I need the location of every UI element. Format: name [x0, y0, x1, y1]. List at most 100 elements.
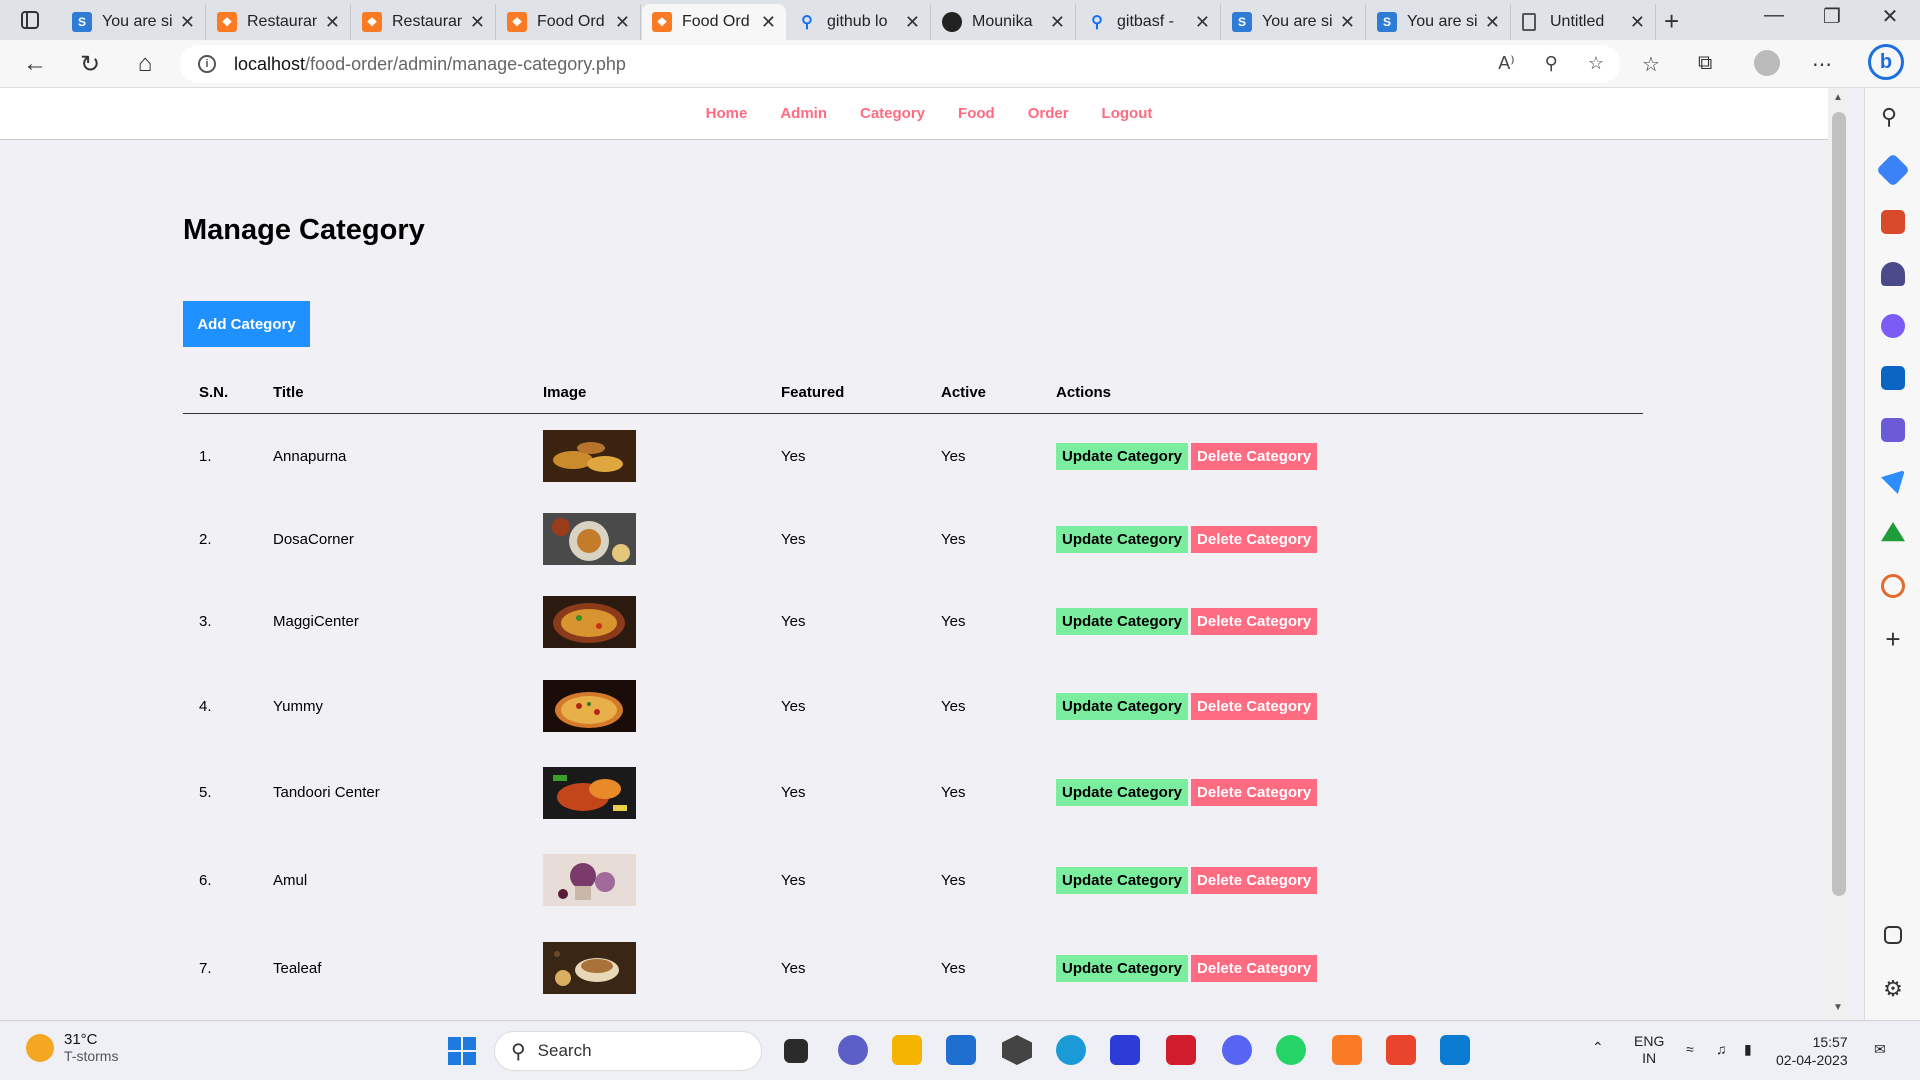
minimize-button[interactable]: —: [1754, 4, 1794, 27]
browser-tab[interactable]: S You are si ✕: [62, 4, 206, 40]
nav-logout[interactable]: Logout: [1102, 105, 1153, 122]
wifi-icon[interactable]: ≈: [1686, 1041, 1694, 1058]
whatsapp-icon[interactable]: [1276, 1035, 1306, 1065]
scroll-down-icon[interactable]: ▼: [1833, 1002, 1843, 1013]
url-field[interactable]: i localhost/food-order/admin/manage-cate…: [180, 45, 1620, 83]
browser-tab[interactable]: Mounika ✕: [932, 4, 1076, 40]
unity-icon[interactable]: [1002, 1035, 1032, 1065]
collections-icon[interactable]: ⧉: [1698, 52, 1712, 75]
bing-chat-icon[interactable]: b: [1868, 44, 1904, 80]
browser-tab[interactable]: ❖ Restauran ✕: [207, 4, 351, 40]
sidebar-tree-icon[interactable]: [1881, 522, 1905, 542]
notification-icon[interactable]: ✉: [1874, 1041, 1886, 1058]
read-aloud-icon[interactable]: A⁾: [1498, 53, 1514, 74]
file-explorer-icon[interactable]: [892, 1035, 922, 1065]
sidebar-outlook-icon[interactable]: [1881, 366, 1905, 390]
tab-close-icon[interactable]: ✕: [1622, 12, 1645, 33]
teams-chat-icon[interactable]: [838, 1035, 868, 1065]
volume-icon[interactable]: ♫: [1716, 1041, 1727, 1058]
tab-close-icon[interactable]: ✕: [1332, 12, 1355, 33]
tab-close-icon[interactable]: ✕: [462, 12, 485, 33]
edge-browser-icon[interactable]: [1056, 1035, 1086, 1065]
browser-tab[interactable]: ⚲ gitbasf - ✕: [1077, 4, 1221, 40]
add-category-button[interactable]: Add Category: [183, 301, 310, 347]
delete-category-button[interactable]: Delete Category: [1191, 692, 1318, 720]
browser-tab[interactable]: ❖ Food Ord ✕: [642, 4, 786, 40]
tab-close-icon[interactable]: ✕: [897, 12, 920, 33]
tab-close-icon[interactable]: ✕: [1042, 12, 1065, 33]
delete-category-button[interactable]: Delete Category: [1191, 442, 1318, 470]
sidebar-tools-icon[interactable]: [1881, 210, 1905, 234]
delete-category-button[interactable]: Delete Category: [1191, 608, 1318, 635]
browser-tab[interactable]: Untitled ✕: [1512, 4, 1656, 40]
office-app-icon[interactable]: [1386, 1035, 1416, 1065]
home-icon[interactable]: ⌂: [130, 50, 160, 78]
update-category-button[interactable]: Update Category: [1056, 779, 1189, 806]
taskbar-search-box[interactable]: ⚲ Search: [494, 1031, 762, 1071]
tab-close-icon[interactable]: ✕: [172, 12, 195, 33]
sidebar-split-screen-icon[interactable]: [1884, 926, 1902, 944]
nav-category[interactable]: Category: [860, 105, 925, 122]
sidebar-settings-icon[interactable]: ⚙: [1881, 976, 1905, 1001]
store-icon[interactable]: [946, 1035, 976, 1065]
sidebar-add-icon[interactable]: +: [1881, 626, 1905, 652]
delete-category-button[interactable]: Delete Category: [1191, 866, 1318, 894]
delete-category-button[interactable]: Delete Category: [1191, 525, 1318, 553]
language-indicator[interactable]: ENG IN: [1634, 1033, 1664, 1067]
zoom-icon[interactable]: ⚲: [1545, 53, 1558, 74]
scroll-up-icon[interactable]: ▲: [1833, 92, 1843, 103]
nav-home[interactable]: Home: [706, 105, 748, 122]
sidebar-shopping-icon[interactable]: [1876, 153, 1910, 187]
tab-close-icon[interactable]: ✕: [753, 12, 776, 33]
vscode-icon[interactable]: [1440, 1035, 1470, 1065]
browser-tab[interactable]: ❖ Food Ord ✕: [497, 4, 641, 40]
update-category-button[interactable]: Update Category: [1056, 954, 1189, 982]
nav-order[interactable]: Order: [1028, 105, 1069, 122]
maximize-button[interactable]: ❐: [1812, 4, 1852, 29]
delete-category-button[interactable]: Delete Category: [1191, 779, 1318, 806]
tab-actions-icon[interactable]: [10, 6, 50, 34]
page-scrollbar[interactable]: ▲ ▼: [1828, 88, 1850, 1020]
profile-avatar[interactable]: [1754, 50, 1780, 76]
browser-tab[interactable]: ❖ Restauran ✕: [352, 4, 496, 40]
back-icon[interactable]: ←: [20, 50, 50, 78]
tab-close-icon[interactable]: ✕: [1477, 12, 1500, 33]
sidebar-office-icon[interactable]: [1881, 314, 1905, 338]
mcafee-icon[interactable]: [1166, 1035, 1196, 1065]
update-category-button[interactable]: Update Category: [1056, 525, 1189, 553]
sidebar-designer-icon[interactable]: [1881, 418, 1905, 442]
refresh-icon[interactable]: ↻: [75, 50, 105, 79]
browser-tab[interactable]: S You are si ✕: [1222, 4, 1366, 40]
workflow-app-icon[interactable]: [1110, 1035, 1140, 1065]
browser-tab[interactable]: ⚲ github lo ✕: [787, 4, 931, 40]
battery-icon[interactable]: ▮: [1744, 1041, 1752, 1058]
update-category-button[interactable]: Update Category: [1056, 866, 1189, 894]
taskbar-clock[interactable]: 15:57 02-04-2023: [1776, 1033, 1848, 1069]
nav-admin[interactable]: Admin: [780, 105, 827, 122]
update-category-button[interactable]: Update Category: [1056, 442, 1189, 470]
start-windows-icon[interactable]: [448, 1037, 476, 1065]
show-hidden-icons-chevron-icon[interactable]: ⌃: [1592, 1039, 1604, 1056]
update-category-button[interactable]: Update Category: [1056, 692, 1189, 720]
update-category-button[interactable]: Update Category: [1056, 608, 1189, 635]
close-window-button[interactable]: ✕: [1870, 4, 1910, 29]
scrollbar-thumb[interactable]: [1832, 112, 1846, 896]
sidebar-drop-icon[interactable]: [1881, 574, 1905, 598]
delete-category-button[interactable]: Delete Category: [1191, 954, 1318, 982]
tab-close-icon[interactable]: ✕: [1187, 12, 1210, 33]
discord-icon[interactable]: [1222, 1035, 1252, 1065]
sidebar-search-icon[interactable]: ⚲: [1881, 104, 1905, 129]
xampp-icon[interactable]: [1332, 1035, 1362, 1065]
task-view-icon[interactable]: [784, 1039, 808, 1063]
browser-tab[interactable]: S You are si ✕: [1367, 4, 1511, 40]
weather-widget[interactable]: 31°C T-storms: [26, 1031, 118, 1064]
new-tab-button[interactable]: +: [1664, 6, 1679, 37]
add-favorite-icon[interactable]: ☆: [1588, 53, 1604, 74]
tab-close-icon[interactable]: ✕: [317, 12, 340, 33]
site-info-icon[interactable]: i: [198, 55, 216, 73]
more-menu-icon[interactable]: ⋯: [1812, 52, 1832, 77]
sidebar-games-icon[interactable]: [1881, 262, 1905, 286]
favorites-icon[interactable]: ☆: [1642, 52, 1660, 77]
sidebar-send-icon[interactable]: [1881, 470, 1905, 494]
nav-food[interactable]: Food: [958, 105, 995, 122]
